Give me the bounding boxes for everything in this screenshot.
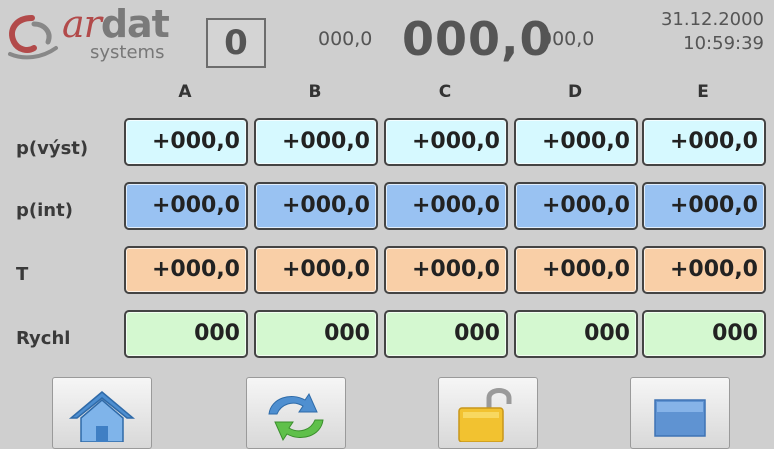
- value-cell[interactable]: 000: [384, 310, 508, 358]
- value-cell[interactable]: +000,0: [514, 118, 638, 166]
- value-cell[interactable]: 000: [642, 310, 766, 358]
- counter-display[interactable]: 0: [206, 18, 266, 68]
- value-cell[interactable]: +000,0: [384, 182, 508, 230]
- value-cell[interactable]: 000: [514, 310, 638, 358]
- unlock-icon: [458, 388, 512, 442]
- value-cell[interactable]: +000,0: [514, 182, 638, 230]
- time-text: 10:59:39: [683, 33, 764, 54]
- window-button[interactable]: [630, 377, 730, 449]
- value-cell[interactable]: +000,0: [514, 246, 638, 294]
- value-cell[interactable]: +000,0: [124, 182, 248, 230]
- value-small-right: 000,0: [540, 28, 595, 50]
- logo-subtitle: systems: [90, 42, 165, 63]
- value-cell[interactable]: +000,0: [254, 182, 378, 230]
- value-cell[interactable]: +000,0: [384, 246, 508, 294]
- value-cell[interactable]: +000,0: [124, 246, 248, 294]
- value-cell[interactable]: 000: [254, 310, 378, 358]
- logo-brand: ardat: [62, 2, 170, 46]
- value-cell[interactable]: +000,0: [642, 182, 766, 230]
- home-icon: [68, 391, 136, 442]
- row-label: p(int): [16, 200, 73, 221]
- value-cell[interactable]: 000: [124, 310, 248, 358]
- value-cell[interactable]: +000,0: [124, 118, 248, 166]
- value-cell[interactable]: +000,0: [642, 246, 766, 294]
- row-label: Rychl: [16, 328, 71, 349]
- column-header-e: E: [697, 82, 709, 102]
- row-label: T: [16, 264, 29, 285]
- column-header-c: C: [438, 82, 452, 102]
- value-cell[interactable]: +000,0: [254, 118, 378, 166]
- date-text: 31.12.2000: [660, 9, 764, 30]
- unlock-button[interactable]: [438, 377, 538, 449]
- row-label: p(výst): [16, 138, 89, 159]
- home-button[interactable]: [52, 377, 152, 449]
- value-small-left: 000,0: [318, 28, 373, 50]
- datetime: 31.12.2000 10:59:39: [661, 8, 764, 56]
- header-bar: ardat systems 0 000,0 000,0 000,0 31.12.…: [0, 0, 774, 80]
- logo-swirl-icon: [8, 15, 58, 60]
- column-header-b: B: [308, 82, 322, 102]
- value-cell[interactable]: +000,0: [384, 118, 508, 166]
- ardat-logo: ardat systems: [4, 2, 194, 72]
- value-big: 000,0: [402, 12, 553, 66]
- value-cell[interactable]: +000,0: [642, 118, 766, 166]
- refresh-button[interactable]: [246, 377, 346, 449]
- window-icon: [654, 399, 706, 437]
- column-header-d: D: [567, 82, 583, 102]
- column-header-a: A: [178, 82, 192, 102]
- value-cell[interactable]: +000,0: [254, 246, 378, 294]
- refresh-icon: [268, 392, 324, 442]
